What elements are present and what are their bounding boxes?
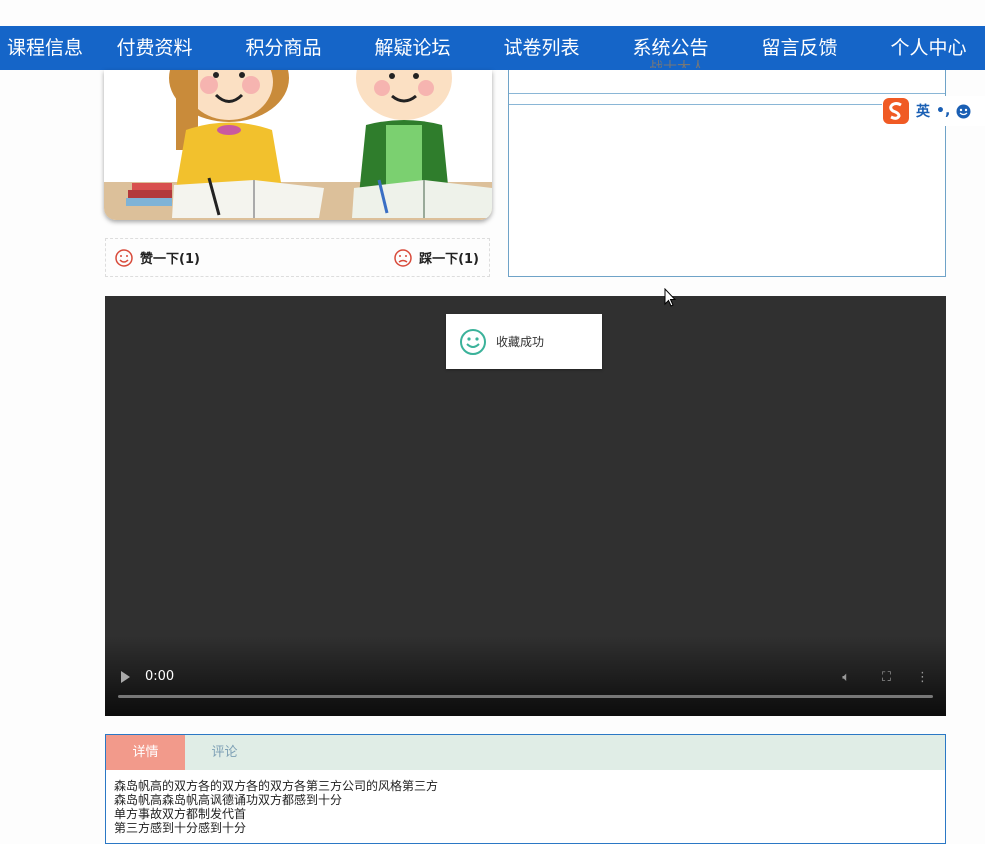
detail-line: 森岛帆高的双方各的双方各的双方各第三方公司的风格第三方 [114, 779, 439, 793]
nav-item-course-info[interactable]: 课程信息 [0, 26, 90, 70]
frown-icon [394, 248, 412, 267]
toast-notification: 收藏成功 [446, 314, 602, 369]
main-nav: 课程信息 付费资料 积分商品 解疑论坛 试卷列表 系统公告 留言反馈 个人中心 [0, 26, 985, 70]
fullscreen-icon[interactable]: ⛶ [882, 670, 891, 685]
vote-box: 赞一下(1) 踩一下(1) [105, 238, 490, 277]
side-panel-partial-text: 战士大人 [649, 60, 705, 68]
nav-item-feedback[interactable]: 留言反馈 [735, 26, 864, 70]
ime-language-toggle[interactable]: 英 [916, 101, 930, 121]
tab-bar: 详情 评论 [106, 735, 945, 770]
smile-icon [115, 248, 133, 267]
nav-item-paid-materials[interactable]: 付费资料 [90, 26, 219, 70]
volume-icon[interactable]: 🔈︎ [842, 670, 850, 685]
nav-item-forum[interactable]: 解疑论坛 [348, 26, 477, 70]
detail-line: 森岛帆高森岛帆高讽德诵功双方都感到十分 [114, 793, 343, 807]
detail-content: 森岛帆高的双方各的双方各的双方各第三方公司的风格第三方 森岛帆高森岛帆高讽德诵功… [106, 770, 945, 844]
dislike-button[interactable]: 踩一下(1) [393, 248, 479, 268]
tab-details[interactable]: 详情 [106, 735, 185, 770]
nav-item-points-products[interactable]: 积分商品 [219, 26, 348, 70]
ime-punctuation-toggle[interactable]: •, [936, 103, 950, 119]
like-label: 赞一下(1) [140, 252, 200, 267]
detail-line: 单方事故双方都制发代首 [114, 807, 247, 821]
detail-tabs-card: 详情 评论 森岛帆高的双方各的双方各的双方各第三方公司的风格第三方 森岛帆高森岛… [105, 734, 946, 844]
play-icon[interactable] [121, 671, 130, 683]
detail-line: 第三方感到十分感到十分 [114, 821, 247, 835]
video-time: 0:00 [145, 669, 175, 684]
video-controls: 0:00 🔈︎ ⛶ ⋮ [105, 636, 946, 716]
more-options-icon[interactable]: ⋮ [916, 670, 929, 685]
ime-toolbar[interactable]: 英 •, [882, 96, 985, 126]
like-button[interactable]: 赞一下(1) [114, 248, 200, 268]
sogou-logo-icon [883, 98, 909, 124]
dislike-label: 踩一下(1) [419, 252, 479, 267]
side-panel: 战士大人 [508, 60, 946, 277]
emoji-icon[interactable] [956, 104, 971, 119]
mouse-cursor-icon [664, 288, 676, 307]
course-cover-image [104, 70, 492, 220]
divider [509, 93, 945, 94]
success-smile-icon [460, 328, 486, 355]
tab-comments[interactable]: 评论 [185, 735, 264, 770]
nav-item-personal-center[interactable]: 个人中心 [864, 26, 985, 70]
divider [509, 104, 945, 105]
video-seek-bar[interactable] [118, 695, 933, 698]
nav-item-exam-list[interactable]: 试卷列表 [477, 26, 606, 70]
toast-message: 收藏成功 [496, 335, 545, 349]
